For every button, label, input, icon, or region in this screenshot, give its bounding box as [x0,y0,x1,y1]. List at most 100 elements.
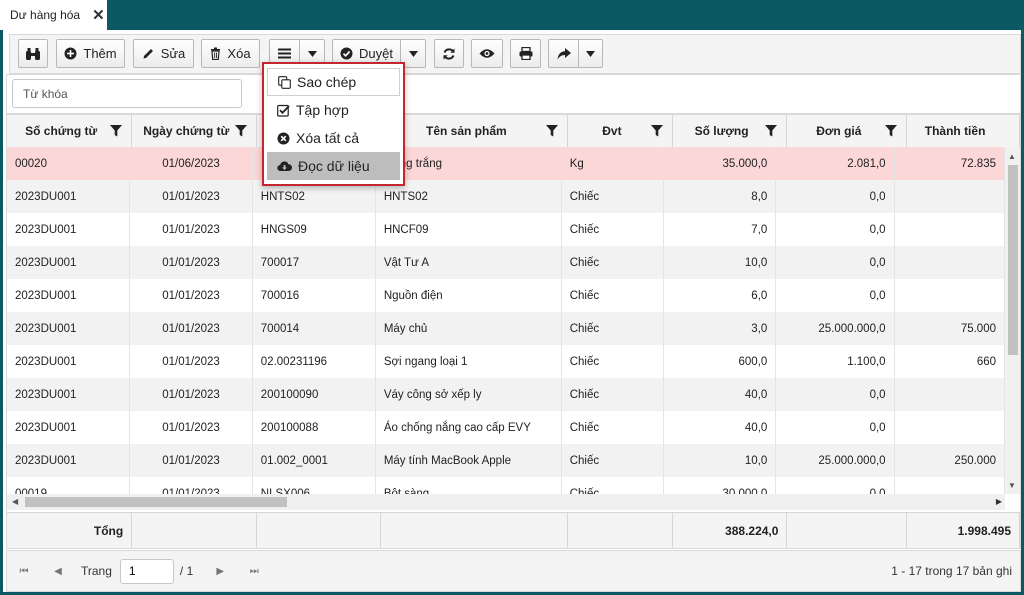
column-header-ngay-chung-tu[interactable]: Ngày chứng từ [131,115,258,148]
table-row[interactable]: 2023DU001 01/01/2023 HNGS09 HNCF09 Chiếc 7,0 0… [7,213,1005,246]
table-cell: 01.002_0001 [252,444,376,477]
page-label: Trang [81,564,112,578]
add-button[interactable]: Thêm [56,39,125,68]
table-cell: Kg [561,147,664,180]
table-cell: 2023DU001 [7,213,131,246]
table-cell: Sợi ngang loại 1 [375,345,562,378]
column-header-ten-san-pham[interactable]: Tên sản phẩm [381,115,569,148]
table-cell: Nguồn điện [375,279,562,312]
menu-item-collect[interactable]: Tập hợp [267,96,400,124]
delete-label: Xóa [227,46,251,61]
approve-label: Duyệt [359,46,393,61]
horizontal-scroll-thumb[interactable] [25,497,287,507]
table-row[interactable]: 2023DU001 01/01/2023 200100088 Áo chống nắn… [7,411,1005,444]
eye-icon [479,49,495,58]
table-row[interactable]: 2023DU001 01/01/2023 01.002_0001 Máy tính M… [7,444,1005,477]
table-row[interactable]: 2023DU001 01/01/2023 700017 Vật Tư A Chiếc 10… [7,246,1005,279]
view-button[interactable] [471,39,503,68]
filter-icon[interactable] [765,125,778,137]
filter-icon[interactable] [235,125,248,137]
column-header-so-chung-tu[interactable]: Số chứng từ [7,115,133,148]
delete-button[interactable]: Xóa [201,39,260,68]
table-cell: Chiếc [561,213,664,246]
table-cell: NLSX006 [252,477,376,494]
vertical-scroll-thumb[interactable] [1008,165,1018,355]
prev-page-icon[interactable]: ◀ [41,566,75,577]
next-page-icon[interactable]: ▶ [203,566,237,577]
table-row[interactable]: 2023DU001 01/01/2023 700014 Máy chủ Chiếc 3,0… [7,312,1005,345]
menu-item-label: Sao chép [297,74,357,90]
table-cell: 40,0 [663,411,777,444]
table-cell: 2023DU001 [7,444,131,477]
table-cell [894,180,1005,213]
cloud-download-icon [277,161,292,172]
scroll-left-icon[interactable]: ◀ [12,497,18,506]
share-dropdown-button[interactable] [578,39,603,68]
filter-icon[interactable] [546,125,559,137]
column-header-don-gia[interactable]: Đơn giá [786,115,908,148]
menu-item-read-data[interactable]: Đọc dữ liệu [267,152,400,180]
column-header-dvt[interactable]: Đvt [567,115,673,148]
menu-item-delete-all[interactable]: Xóa tất cả [267,124,400,152]
table-cell: 75.000 [894,312,1005,345]
table-cell: Chiếc [561,312,664,345]
find-button[interactable] [18,39,48,68]
table-row[interactable]: 2023DU001 01/01/2023 200100090 Váy công sở … [7,378,1005,411]
menu-item-copy[interactable]: Sao chép [267,68,400,96]
table-cell: 72.835 [894,147,1005,180]
table-cell: 1.100,0 [775,345,895,378]
table-cell: 0,0 [775,213,895,246]
table-row[interactable]: 2023DU001 01/01/2023 HNTS02 HNTS02 Chiếc 8,0 0… [7,180,1005,213]
menu-item-label: Đọc dữ liệu [298,158,370,174]
table-cell: 02.00231196 [252,345,376,378]
horizontal-scrollbar[interactable]: ◀ ▶ [7,494,1005,510]
tab-du-hang-hoa[interactable]: Dư hàng hóa ✕ [0,0,107,30]
table-row[interactable]: 00019 01/01/2023 NLSX006 Bột sàng Chiếc 30.00… [7,477,1005,494]
printer-icon [519,47,532,60]
share-button[interactable] [548,39,578,68]
page-number-input[interactable] [119,558,174,584]
table-cell: Chiếc [561,246,664,279]
first-page-icon[interactable]: ⏮ [7,566,41,577]
last-page-icon[interactable]: ⏭ [237,566,271,577]
table-cell: 01/01/2023 [129,378,253,411]
filter-icon[interactable] [650,125,663,137]
table-cell: 01/01/2023 [129,246,253,279]
table-cell: 0,0 [775,378,895,411]
table-cell: 2023DU001 [7,180,131,213]
table-cell: 01/01/2023 [129,279,253,312]
table-cell: 7,0 [663,213,777,246]
refresh-button[interactable] [434,39,464,68]
table-cell: 0,0 [775,180,895,213]
table-cell: 25.000.000,0 [775,312,895,345]
table-cell: 200100090 [252,378,376,411]
table-cell: 10,0 [663,444,777,477]
close-icon[interactable]: ✕ [92,6,105,24]
scroll-up-icon[interactable]: ▲ [1008,152,1016,161]
table-cell: Chiếc [561,444,664,477]
table-row[interactable]: 2023DU001 01/01/2023 02.00231196 Sợi ngang … [7,345,1005,378]
table-cell: 40,0 [663,378,777,411]
pager: ⏮ ◀ Trang / 1 ▶ ⏭ 1 - 17 trong 17 bản gh… [6,550,1021,592]
totals-quantity: 388.224,0 [672,512,788,548]
table-cell: 00019 [7,477,131,494]
filter-icon[interactable] [110,125,123,137]
filter-icon[interactable] [885,125,898,137]
table-cell: 250.000 [894,444,1005,477]
column-header-thanh-tien[interactable]: Thành tiền [906,115,1020,148]
search-input[interactable] [12,79,242,108]
scroll-right-icon[interactable]: ▶ [996,497,1002,506]
table-row[interactable]: 2023DU001 01/01/2023 700016 Nguồn điện Chiếc… [7,279,1005,312]
scroll-down-icon[interactable]: ▼ [1008,481,1016,490]
table-cell: HNGS09 [252,213,376,246]
print-button[interactable] [510,39,541,68]
table-cell: Chiếc [561,477,664,494]
table-cell: 01/01/2023 [129,213,253,246]
table-cell: 2.081,0 [775,147,895,180]
edit-button[interactable]: Sửa [133,39,194,68]
table-row[interactable]: 00020 01/06/2023 Măng trắng Kg 35.000,0 2.081… [7,147,1005,180]
table-cell: 0,0 [775,246,895,279]
vertical-scrollbar[interactable]: ▲ ▼ [1005,147,1020,494]
dropdown-menu: Sao chép Tập hợp Xóa tất cả Đọc dữ liệu [262,62,405,186]
column-header-so-luong[interactable]: Số lượng [672,115,788,148]
